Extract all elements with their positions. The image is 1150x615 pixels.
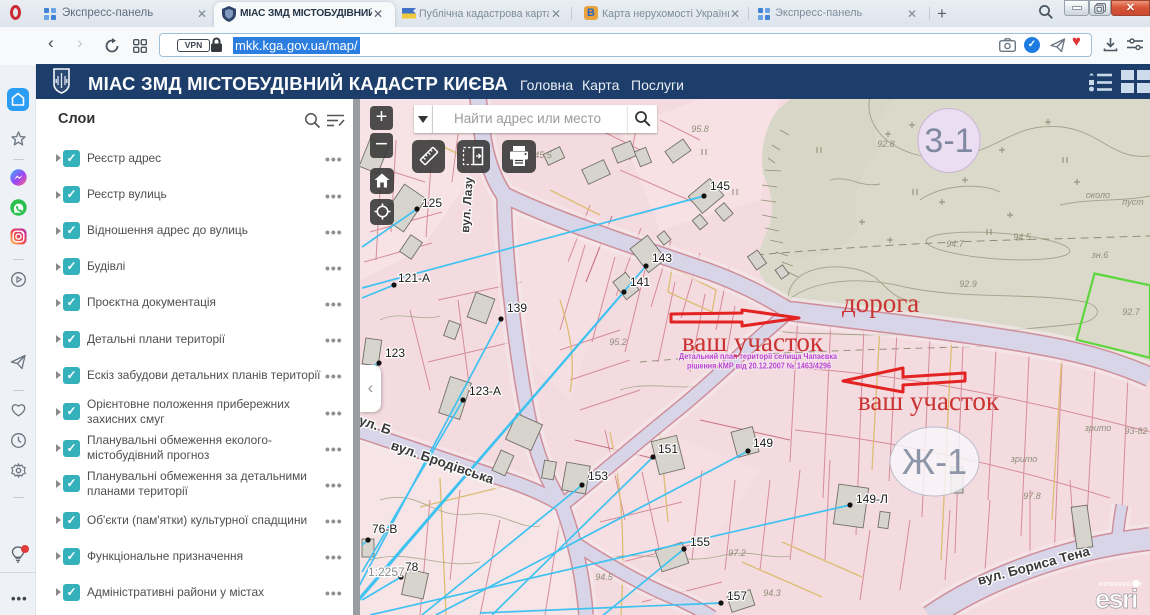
svg-text:1:2257: 1:2257 bbox=[368, 565, 405, 579]
svg-text:зн.6: зн.6 bbox=[1091, 250, 1109, 260]
svg-text:123: 123 bbox=[385, 346, 405, 360]
svg-text:155: 155 bbox=[690, 535, 710, 549]
svg-text:151: 151 bbox=[658, 442, 678, 456]
svg-text:92.9: 92.9 bbox=[959, 279, 977, 289]
svg-text:ваш участок: ваш участок bbox=[682, 327, 824, 357]
svg-text:125: 125 bbox=[422, 196, 442, 210]
svg-text:78: 78 bbox=[405, 560, 419, 574]
svg-text:153: 153 bbox=[588, 469, 608, 483]
svg-text:97.8: 97.8 bbox=[1023, 491, 1041, 501]
svg-text:94.5: 94.5 bbox=[1013, 232, 1032, 242]
svg-text:94.7: 94.7 bbox=[946, 239, 965, 249]
svg-text:esri: esri bbox=[1095, 584, 1137, 614]
svg-text:93-82: 93-82 bbox=[1124, 426, 1147, 436]
svg-text:143: 143 bbox=[652, 251, 672, 265]
svg-text:145: 145 bbox=[710, 179, 730, 193]
svg-text:зрито: зрито bbox=[1084, 423, 1112, 433]
svg-text:121-А: 121-А bbox=[398, 271, 430, 285]
svg-text:94.3: 94.3 bbox=[763, 588, 781, 598]
svg-text:123-А: 123-А bbox=[469, 384, 501, 398]
svg-text:дорога: дорога bbox=[842, 288, 919, 318]
svg-text:Ж-1: Ж-1 bbox=[902, 441, 967, 482]
svg-text:97.2: 97.2 bbox=[728, 548, 746, 558]
svg-text:92.7: 92.7 bbox=[1122, 307, 1141, 317]
svg-text:149-Л: 149-Л bbox=[856, 492, 888, 506]
svg-text:95.2: 95.2 bbox=[609, 337, 627, 347]
svg-text:рішення КМР від 20.12.2007 № 1: рішення КМР від 20.12.2007 № 1463/4296 bbox=[687, 361, 831, 371]
svg-text:92.8: 92.8 bbox=[877, 139, 895, 149]
svg-text:157: 157 bbox=[727, 589, 747, 603]
svg-text:94.5: 94.5 bbox=[595, 572, 614, 582]
svg-text:зрито: зрито bbox=[1010, 454, 1038, 464]
svg-text:95.8: 95.8 bbox=[691, 124, 709, 134]
svg-text:3-1: 3-1 bbox=[924, 122, 973, 160]
svg-text:пуст: пуст bbox=[1122, 197, 1144, 207]
svg-text:149: 149 bbox=[753, 436, 773, 450]
svg-text:76-В: 76-В bbox=[372, 522, 397, 536]
svg-text:141: 141 bbox=[630, 275, 650, 289]
svg-text:139: 139 bbox=[507, 301, 527, 315]
svg-text:около: около bbox=[1086, 190, 1110, 200]
svg-text:45.5: 45.5 bbox=[534, 150, 553, 160]
svg-text:ваш участок: ваш участок bbox=[858, 386, 1000, 416]
